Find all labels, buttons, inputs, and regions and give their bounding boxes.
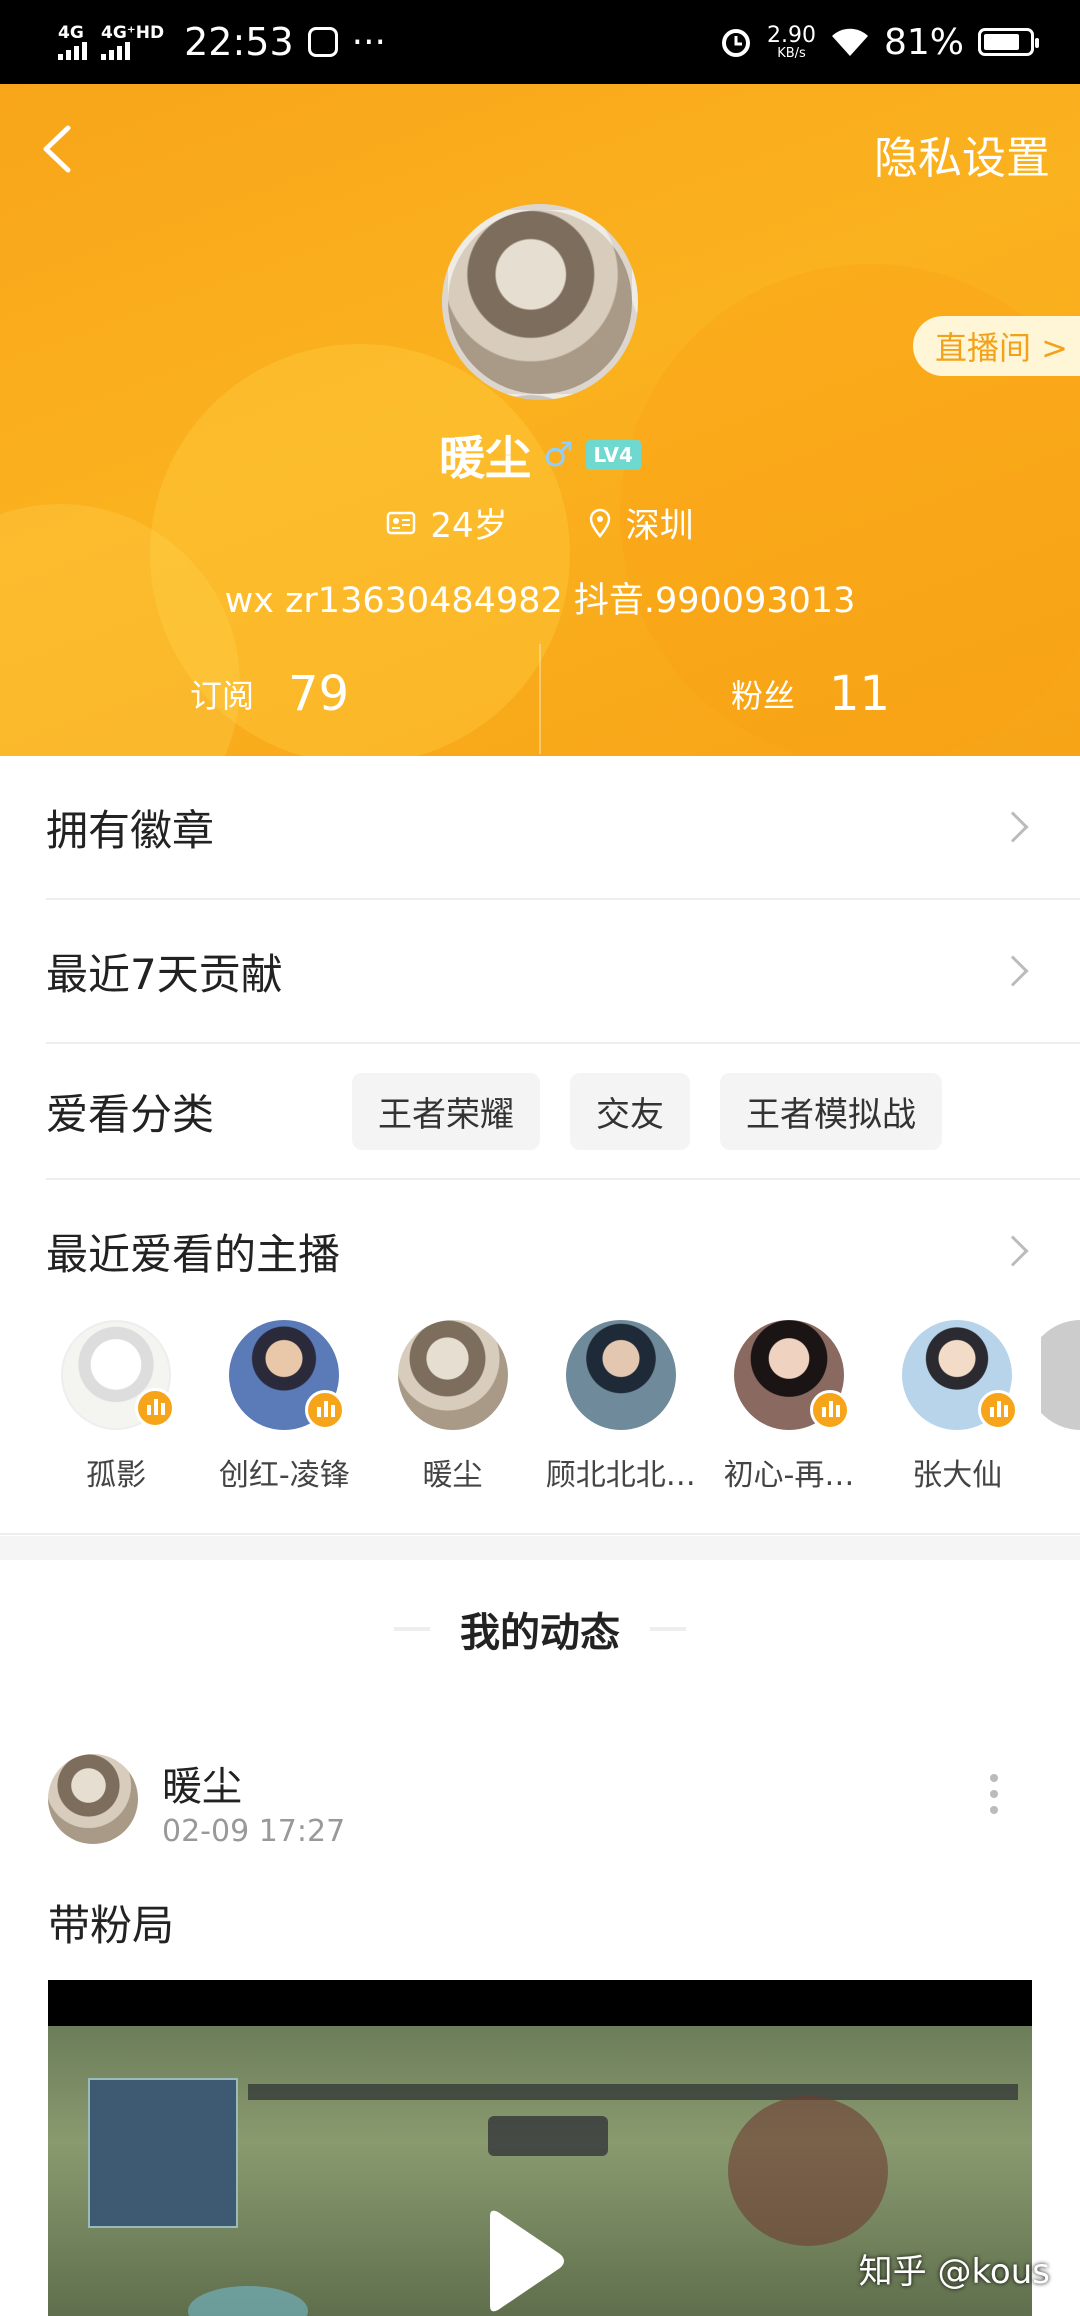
live-indicator-icon: [305, 1390, 346, 1430]
anchor-name: 初心-再…: [723, 1458, 855, 1493]
status-bar: 4G 4G⁺HD 22:53 ··· 2.90 KB/s 81%: [0, 0, 1080, 84]
anchor-name: 暖尘: [422, 1458, 483, 1493]
subscribe-label: 订阅: [189, 677, 254, 715]
recent-anchors-row[interactable]: 最近爱看的主播: [46, 1180, 1080, 1322]
anchor-item-partial[interactable]: [1041, 1320, 1080, 1533]
anchor-list: 孤影 创红-凌锋 暖尘 顾北北北… 初心-再… 张大仙: [0, 1320, 1080, 1535]
info-row: 24岁 深圳: [0, 498, 1080, 547]
anchor-item[interactable]: 初心-再…: [705, 1320, 873, 1533]
watermark: 知乎 @kous: [858, 2252, 1050, 2292]
feed-section-title: 我的动态: [0, 1600, 1080, 1658]
anchor-name: 创红-凌锋: [218, 1458, 350, 1493]
anchor-avatar: [397, 1320, 508, 1430]
profile-avatar[interactable]: [442, 204, 638, 400]
anchor-item[interactable]: 创红-凌锋: [200, 1320, 368, 1533]
more-notifications-icon: ···: [351, 21, 386, 63]
stats-bar: 订阅 79 粉丝 11: [0, 634, 1080, 754]
title-divider-right: [650, 1627, 686, 1631]
id-card-icon: [387, 511, 416, 534]
anchor-item[interactable]: 暖尘: [368, 1320, 536, 1533]
category-tag[interactable]: 王者荣耀: [352, 1072, 541, 1150]
fans-label: 粉丝: [730, 677, 795, 715]
category-tag[interactable]: 王者模拟战: [720, 1072, 943, 1150]
title-divider-left: [394, 1627, 430, 1631]
badges-label: 拥有徽章: [46, 805, 215, 855]
profile-bio: wx zr13630484982 抖音.990093013: [224, 581, 856, 621]
video-hud-badge: [488, 2116, 608, 2156]
feed-title-text: 我的动态: [460, 1610, 620, 1656]
profile-menu: 拥有徽章 最近7天贡献 爱看分类 王者荣耀 交友 王者模拟战 最近爱看的主播: [0, 756, 1080, 1322]
contribution-label: 最近7天贡献: [46, 949, 283, 999]
battery-percent: 81%: [883, 21, 964, 63]
video-effect: [188, 2286, 308, 2316]
fans-stat[interactable]: 粉丝 11: [541, 634, 1080, 754]
anchor-name: 孤影: [86, 1458, 147, 1493]
play-icon[interactable]: [450, 2196, 580, 2316]
post-text: 带粉局: [48, 1901, 175, 1950]
level-badge: LV4: [585, 440, 641, 470]
anchor-avatar: [902, 1320, 1019, 1430]
category-tags: 王者荣耀 交友 王者模拟战: [352, 1072, 943, 1150]
chevron-right-icon: [997, 1235, 1029, 1267]
anchor-item[interactable]: 张大仙: [873, 1320, 1041, 1533]
video-character: [728, 2096, 888, 2246]
video-minimap: [88, 2078, 238, 2228]
city-info: 深圳: [588, 498, 694, 547]
anchor-avatar: [733, 1320, 850, 1430]
location-icon: [589, 508, 610, 538]
categories-label: 爱看分类: [46, 1089, 215, 1139]
chevron-right-icon: [997, 811, 1029, 843]
anchor-avatar: [1041, 1320, 1080, 1430]
privacy-settings-button[interactable]: 隐私设置: [874, 122, 1050, 186]
category-tag[interactable]: 交友: [570, 1072, 691, 1150]
live-indicator-icon: [135, 1388, 176, 1428]
live-indicator-icon: [978, 1390, 1019, 1430]
network-speed: 2.90 KB/s: [767, 22, 816, 61]
name-row: 暖尘 ♂ LV4: [0, 422, 1080, 488]
video-hud: [248, 2084, 1018, 2100]
categories-row: 爱看分类 王者荣耀 交友 王者模拟战: [46, 1044, 1080, 1180]
anchor-name: 顾北北北…: [545, 1458, 696, 1493]
recent-anchors-label: 最近爱看的主播: [46, 1229, 341, 1279]
anchor-item[interactable]: 孤影: [32, 1320, 200, 1533]
more-options-icon[interactable]: [990, 1774, 1000, 1814]
fans-count: 11: [828, 666, 891, 722]
signal-4g: 4G: [58, 24, 87, 60]
back-icon[interactable]: [34, 122, 88, 176]
contribution-row[interactable]: 最近7天贡献: [46, 900, 1080, 1044]
alarm-icon: [722, 29, 750, 57]
battery-icon: [978, 28, 1039, 56]
profile-name: 暖尘: [439, 431, 532, 485]
anchor-name: 张大仙: [912, 1458, 1003, 1493]
section-gap: [0, 1536, 1080, 1560]
profile-header: 隐私设置 直播间 > 暖尘 ♂ LV4 24岁 深圳 wx zr13630484…: [0, 84, 1080, 756]
anchor-avatar: [565, 1320, 676, 1430]
anchor-avatar: [61, 1320, 176, 1430]
post-author-name[interactable]: 暖尘: [162, 1754, 242, 1812]
anchor-avatar: [229, 1320, 346, 1430]
live-indicator-icon: [809, 1390, 850, 1430]
post-author-avatar[interactable]: [48, 1754, 138, 1844]
badges-row[interactable]: 拥有徽章: [46, 756, 1080, 900]
post-time: 02-09 17:27: [162, 1814, 346, 1849]
chevron-right-icon: [997, 955, 1029, 987]
wifi-icon: [831, 28, 868, 56]
subscribe-stat[interactable]: 订阅 79: [0, 634, 539, 754]
male-icon: ♂: [543, 435, 574, 475]
clock: 22:53: [184, 20, 294, 64]
app-notification-icon: [307, 27, 338, 57]
anchor-item[interactable]: 顾北北北…: [537, 1320, 705, 1533]
age-info: 24岁: [386, 498, 508, 547]
live-room-button[interactable]: 直播间 >: [913, 316, 1080, 376]
signal-4g-hd: 4G⁺HD: [101, 24, 164, 60]
subscribe-count: 79: [287, 666, 350, 722]
